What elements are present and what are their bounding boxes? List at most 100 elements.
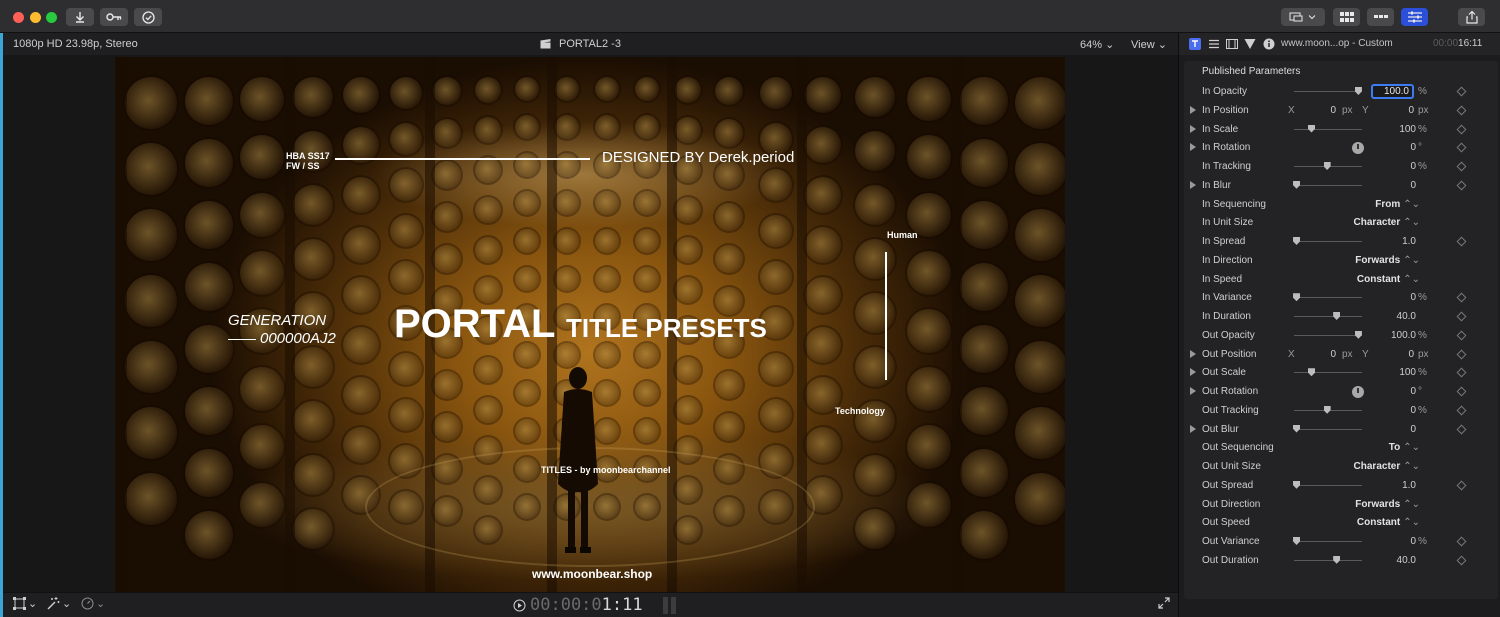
disclosure-triangle-icon[interactable] <box>1190 387 1196 395</box>
slider-knob[interactable] <box>1293 293 1301 302</box>
keyframe-icon[interactable] <box>1456 536 1467 547</box>
out-rotation-value[interactable]: 0 <box>1410 386 1416 397</box>
timecode-display[interactable]: 00:00:0 1:11 <box>513 595 676 615</box>
x-value[interactable]: 0 <box>1324 105 1336 116</box>
disclosure-triangle-icon[interactable] <box>1190 368 1196 377</box>
out-scale-value[interactable]: 100 <box>1399 367 1416 378</box>
out-scale-slider[interactable] <box>1294 368 1362 377</box>
disclosure-triangle-icon[interactable] <box>1190 180 1196 189</box>
zoom-menu[interactable]: 64% ⌄ <box>1080 38 1114 51</box>
keyframe-icon[interactable] <box>1456 180 1467 191</box>
slider-knob[interactable] <box>1293 180 1301 189</box>
text-inspector-icon[interactable] <box>1189 38 1201 50</box>
disclosure-triangle-icon[interactable] <box>1190 124 1196 133</box>
lines-inspector-icon[interactable] <box>1208 38 1220 50</box>
info-inspector-icon[interactable] <box>1263 38 1275 50</box>
slider-knob[interactable] <box>1293 480 1301 489</box>
keyframe-icon[interactable] <box>1456 311 1467 322</box>
zoom-window-button[interactable] <box>46 12 57 23</box>
video-inspector-icon[interactable] <box>1226 38 1238 50</box>
disclosure-triangle-icon[interactable] <box>1190 424 1196 433</box>
retime-menu[interactable]: ⌄ <box>81 597 105 610</box>
timeline-toggle-button[interactable] <box>1367 8 1394 26</box>
inspector-toggle-button[interactable] <box>1401 8 1428 26</box>
in-spread-value[interactable]: 1.0 <box>1402 236 1416 247</box>
slider-knob[interactable] <box>1293 237 1301 245</box>
out-duration-slider[interactable] <box>1294 555 1362 564</box>
out-variance-value[interactable]: 0 <box>1410 536 1416 547</box>
in-sequencing-popup[interactable]: From ⌃⌄ <box>1375 199 1420 210</box>
slider-knob[interactable] <box>1293 537 1301 545</box>
in-duration-value[interactable]: 40.0 <box>1397 311 1416 322</box>
in-direction-popup[interactable]: Forwards ⌃⌄ <box>1355 255 1420 266</box>
slider-knob[interactable] <box>1323 405 1331 414</box>
view-menu[interactable]: View ⌄ <box>1131 38 1167 51</box>
slider-knob[interactable] <box>1308 368 1315 377</box>
y-value[interactable]: 0 <box>1402 349 1414 360</box>
keyframe-icon[interactable] <box>1456 555 1467 566</box>
in-scale-slider[interactable] <box>1294 124 1362 133</box>
out-unit-size-popup[interactable]: Character ⌃⌄ <box>1354 461 1420 472</box>
keyframe-icon[interactable] <box>1456 424 1467 434</box>
keyframe-icon[interactable] <box>1456 142 1467 153</box>
keyframe-icon[interactable] <box>1456 330 1467 341</box>
slider-knob[interactable] <box>1354 87 1362 95</box>
keyframe-icon[interactable] <box>1456 86 1467 97</box>
slider-knob[interactable] <box>1293 424 1301 433</box>
keyframe-icon[interactable] <box>1456 480 1467 491</box>
keyframe-icon[interactable] <box>1456 367 1467 378</box>
in-tracking-slider[interactable] <box>1294 162 1362 170</box>
enhance-menu[interactable]: ⌄ <box>46 597 71 610</box>
close-window-button[interactable] <box>13 12 24 23</box>
keyframe-icon[interactable] <box>1456 386 1467 397</box>
keyword-button[interactable] <box>100 8 128 26</box>
in-spread-slider[interactable] <box>1293 237 1362 245</box>
out-blur-slider[interactable] <box>1293 424 1362 433</box>
minimize-window-button[interactable] <box>30 12 41 23</box>
in-variance-value[interactable]: 0 <box>1410 292 1416 303</box>
out-opacity-slider[interactable] <box>1294 330 1362 339</box>
in-duration-slider[interactable] <box>1294 312 1362 320</box>
rotation-dial[interactable] <box>1352 386 1364 398</box>
in-blur-value[interactable]: 0 <box>1410 180 1416 191</box>
out-tracking-slider[interactable] <box>1294 405 1362 414</box>
in-blur-slider[interactable] <box>1293 180 1362 189</box>
in-opacity-slider[interactable] <box>1294 87 1362 95</box>
import-button[interactable] <box>66 8 94 26</box>
play-icon[interactable] <box>513 599 526 612</box>
transform-menu[interactable]: ⌄ <box>13 597 37 610</box>
in-rotation-value[interactable]: 0 <box>1410 142 1416 153</box>
video-frame[interactable]: HBA SS17 FW / SS DESIGNED BY Derek.perio… <box>115 57 1065 592</box>
y-value[interactable]: 0 <box>1402 105 1414 116</box>
keyframe-icon[interactable] <box>1456 405 1467 416</box>
display-options-button[interactable] <box>1281 8 1325 26</box>
slider-knob[interactable] <box>1354 330 1362 339</box>
out-tracking-value[interactable]: 0 <box>1410 405 1416 416</box>
out-variance-slider[interactable] <box>1293 537 1362 545</box>
background-tasks-button[interactable] <box>134 8 162 26</box>
in-speed-popup[interactable]: Constant ⌃⌄ <box>1357 274 1420 285</box>
out-opacity-value[interactable]: 100.0 <box>1391 330 1416 341</box>
browser-toggle-button[interactable] <box>1333 8 1360 26</box>
in-variance-slider[interactable] <box>1293 293 1362 302</box>
keyframe-icon[interactable] <box>1456 349 1467 359</box>
slider-knob[interactable] <box>1308 124 1315 133</box>
slider-knob[interactable] <box>1333 312 1341 320</box>
in-unit-size-popup[interactable]: Character ⌃⌄ <box>1354 217 1420 228</box>
filter-inspector-icon[interactable] <box>1244 38 1256 50</box>
x-value[interactable]: 0 <box>1324 349 1336 360</box>
keyframe-icon[interactable] <box>1456 124 1467 134</box>
in-tracking-value[interactable]: 0 <box>1410 161 1416 172</box>
rotation-dial[interactable] <box>1352 142 1364 155</box>
share-button[interactable] <box>1458 8 1485 26</box>
out-sequencing-popup[interactable]: To ⌃⌄ <box>1389 442 1420 453</box>
out-duration-value[interactable]: 40.0 <box>1397 555 1416 566</box>
disclosure-triangle-icon[interactable] <box>1190 349 1196 358</box>
keyframe-icon[interactable] <box>1456 236 1467 247</box>
out-blur-value[interactable]: 0 <box>1410 424 1416 435</box>
in-opacity-value-field[interactable]: 100.0 <box>1371 84 1414 99</box>
out-direction-popup[interactable]: Forwards ⌃⌄ <box>1355 499 1420 510</box>
slider-knob[interactable] <box>1323 162 1331 170</box>
slider-knob[interactable] <box>1333 555 1341 564</box>
keyframe-icon[interactable] <box>1456 161 1467 172</box>
